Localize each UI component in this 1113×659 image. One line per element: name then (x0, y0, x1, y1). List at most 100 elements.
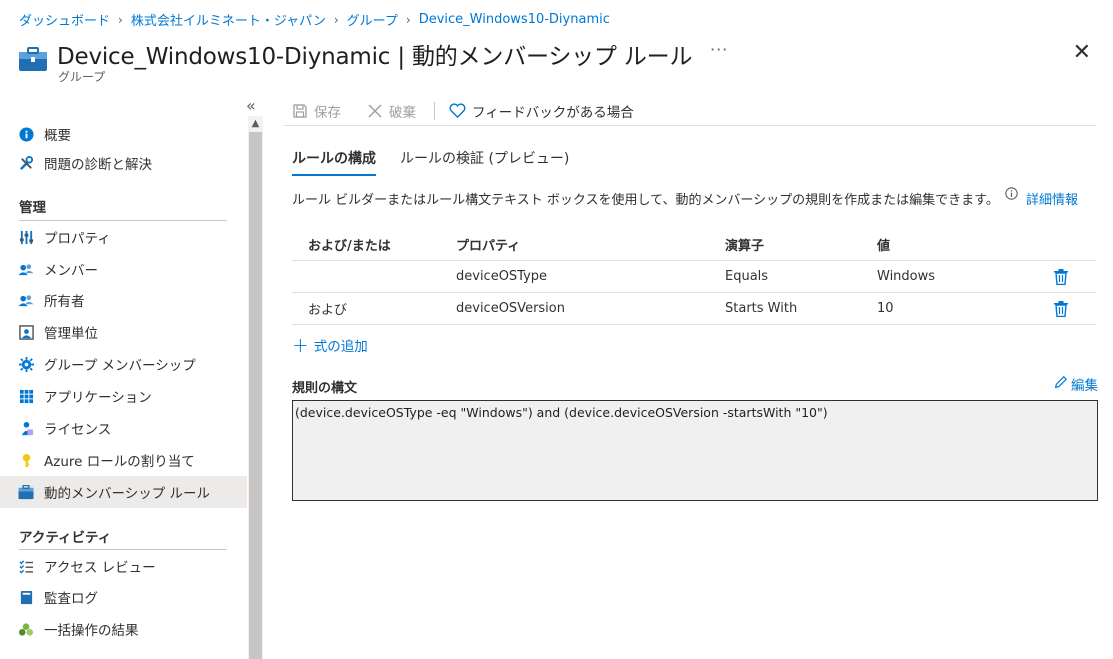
delete-icon[interactable] (1054, 268, 1068, 285)
sidebar-item-label: プロパティ (44, 231, 111, 247)
owners-icon (18, 292, 34, 308)
pencil-icon (1054, 375, 1068, 393)
breadcrumb-separator: › (405, 12, 411, 27)
audit-log-icon (18, 589, 34, 605)
sidebar-item-label: グループ メンバーシップ (44, 358, 196, 374)
info-icon[interactable] (1005, 187, 1018, 200)
andor-cell[interactable]: および (308, 299, 347, 318)
rule-syntax-label: 規則の構文 (292, 381, 358, 396)
sidebar-item-label: メンバー (44, 263, 98, 279)
sidebar-item-label: 問題の診断と解決 (44, 157, 152, 173)
toolbar-divider (434, 101, 435, 120)
breadcrumb-separator: › (118, 12, 123, 27)
properties-icon (18, 229, 34, 245)
learn-more-link[interactable]: 詳細情報 (1026, 189, 1078, 208)
plus-icon: + (292, 333, 309, 357)
value-cell[interactable]: Windows (877, 269, 935, 284)
discard-label: 破棄 (389, 104, 416, 121)
feedback-label: フィードバックがある場合 (472, 104, 634, 121)
table-row[interactable]: および deviceOSVersion Starts With 10 (292, 293, 1096, 325)
sidebar-item-licenses[interactable]: ライセンス (0, 412, 247, 444)
sidebar-item-label: 一括操作の結果 (44, 623, 139, 639)
breadcrumb: ダッシュボード › 株式会社イルミネート・ジャパン › グループ › Devic… (19, 10, 610, 29)
sidebar-scrollbar[interactable]: ▲ (248, 116, 263, 659)
heart-icon (449, 103, 466, 118)
page-subtitle: グループ (58, 70, 106, 84)
save-icon (292, 103, 308, 119)
save-label: 保存 (314, 104, 341, 121)
sidebar-item-azure-roles[interactable]: Azure ロールの割り当て (0, 444, 247, 476)
sidebar-item-label: 動的メンバーシップ ルール (44, 486, 211, 502)
property-cell[interactable]: deviceOSType (456, 269, 547, 284)
sidebar-item-members[interactable]: メンバー (0, 253, 247, 285)
breadcrumb-dashboard[interactable]: ダッシュボード (19, 10, 110, 29)
access-review-icon (18, 558, 34, 574)
members-icon (18, 261, 34, 277)
sidebar-item-label: 管理単位 (44, 326, 98, 342)
breadcrumb-separator: › (333, 12, 339, 27)
feedback-button[interactable]: フィードバックがある場合 (449, 101, 634, 121)
more-icon[interactable]: ··· (710, 40, 728, 59)
sidebar-item-label: アプリケーション (44, 390, 152, 406)
sidebar-item-bulk-results[interactable]: 一括操作の結果 (0, 613, 247, 645)
table-header: および/または プロパティ 演算子 値 (292, 228, 1096, 261)
sidebar-item-admin-units[interactable]: 管理単位 (0, 316, 247, 348)
breadcrumb-tenant[interactable]: 株式会社イルミネート・ジャパン (131, 10, 326, 29)
tab-rule-validation[interactable]: ルールの検証 (プレビュー) (400, 148, 569, 176)
value-cell[interactable]: 10 (877, 301, 894, 316)
sidebar-item-applications[interactable]: アプリケーション (0, 380, 247, 412)
property-cell[interactable]: deviceOSVersion (456, 301, 565, 316)
tab-rule-configuration[interactable]: ルールの構成 (292, 148, 376, 176)
scroll-thumb[interactable] (249, 132, 262, 659)
delete-icon[interactable] (1054, 300, 1068, 317)
sidebar-item-diagnose[interactable]: 問題の診断と解決 (0, 147, 247, 179)
breadcrumb-groups[interactable]: グループ (347, 10, 398, 29)
sidebar-item-owners[interactable]: 所有者 (0, 284, 247, 316)
sidebar-item-dynamic-rules[interactable]: 動的メンバーシップ ルール (0, 476, 247, 508)
section-heading-manage: 管理 (19, 200, 46, 216)
rule-builder-table: および/または プロパティ 演算子 値 deviceOSType Equals … (292, 228, 1096, 325)
sidebar-item-properties[interactable]: プロパティ (0, 221, 247, 253)
close-icon[interactable]: ✕ (1073, 42, 1091, 64)
column-header-value: 値 (877, 238, 891, 254)
tab-bar: ルールの構成 ルールの検証 (プレビュー) (292, 148, 593, 176)
group-membership-icon (18, 356, 34, 372)
operator-cell[interactable]: Equals (725, 269, 768, 284)
save-button[interactable]: 保存 (284, 101, 341, 121)
sidebar-item-label: 監査ログ (44, 591, 98, 607)
add-expression-label: 式の追加 (313, 339, 368, 355)
command-bar: 保存 破棄 フィードバックがある場合 (284, 96, 1096, 126)
operator-cell[interactable]: Starts With (725, 301, 797, 316)
add-expression-button[interactable]: + 式の追加 (292, 335, 368, 355)
description-text: ルール ビルダーまたはルール構文テキスト ボックスを使用して、動的メンバーシップ… (292, 193, 999, 208)
bulk-results-icon (18, 621, 34, 637)
discard-button[interactable]: 破棄 (359, 101, 416, 121)
sidebar-item-group-membership[interactable]: グループ メンバーシップ (0, 348, 247, 380)
dynamic-rule-icon (18, 484, 34, 500)
column-header-andor: および/または (308, 238, 391, 254)
rule-syntax-textbox[interactable]: (device.deviceOSType -eq "Windows") and … (292, 400, 1098, 501)
licenses-icon (18, 420, 34, 436)
breadcrumb-group[interactable]: Device_Windows10-Diynamic (419, 12, 610, 27)
sidebar-item-access-reviews[interactable]: アクセス レビュー (0, 550, 247, 582)
sidebar-item-overview[interactable]: 概要 (0, 118, 247, 150)
scroll-up-icon[interactable]: ▲ (248, 116, 263, 132)
column-header-operator: 演算子 (725, 238, 765, 254)
section-heading-activity: アクティビティ (19, 530, 112, 546)
edit-syntax-button[interactable]: 編集 (1054, 374, 1098, 394)
discard-icon (367, 103, 383, 119)
edit-label: 編集 (1071, 378, 1098, 394)
sidebar-item-label: Azure ロールの割り当て (44, 454, 195, 470)
sidebar-item-label: ライセンス (44, 422, 112, 438)
applications-icon (18, 388, 34, 404)
sidebar-item-label: アクセス レビュー (44, 560, 156, 576)
table-row[interactable]: deviceOSType Equals Windows (292, 261, 1096, 293)
sidebar: 概要 問題の診断と解決 管理 プロパティ メンバー 所有者 管理単位 グループ … (0, 118, 247, 659)
collapse-sidebar-icon[interactable]: « (246, 96, 256, 115)
column-header-property: プロパティ (456, 238, 521, 254)
admin-units-icon (18, 324, 34, 340)
info-icon (18, 126, 34, 142)
page-header: Device_Windows10-Diynamic | 動的メンバーシップ ルー… (18, 36, 1113, 86)
sidebar-item-audit-logs[interactable]: 監査ログ (0, 581, 247, 613)
key-icon (18, 452, 34, 468)
